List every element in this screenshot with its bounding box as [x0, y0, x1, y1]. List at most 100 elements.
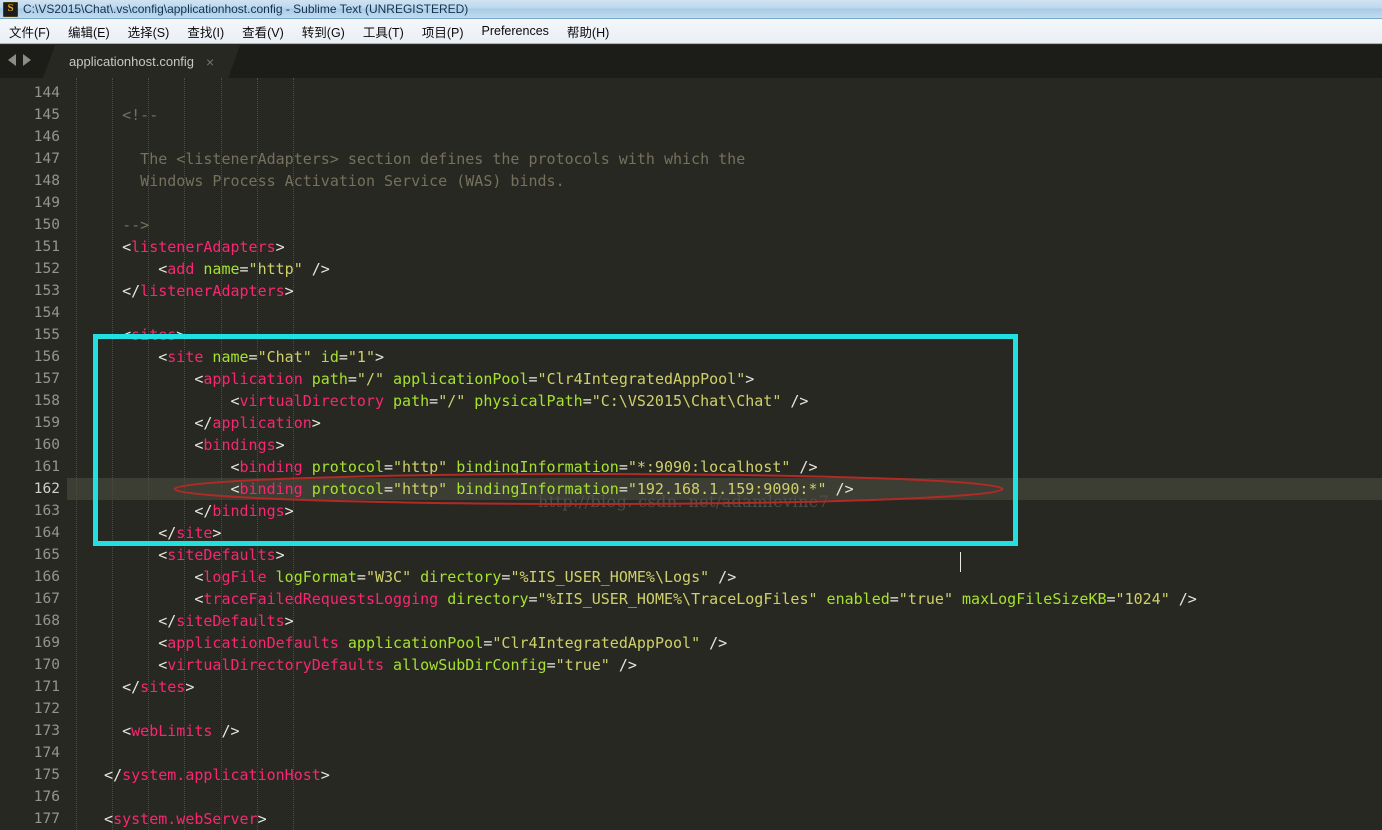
- code-line[interactable]: The <listenerAdapters> section defines t…: [140, 148, 745, 170]
- code-line[interactable]: </listenerAdapters>: [122, 280, 294, 302]
- code-token: bindings: [203, 436, 276, 454]
- code-token: />: [700, 634, 728, 652]
- code-content[interactable]: <!-- The <listenerAdapters> section defin…: [0, 78, 1382, 830]
- code-token: =: [618, 458, 628, 476]
- menu-item-3[interactable]: 查找(I): [178, 20, 233, 43]
- code-token: "1": [347, 348, 375, 366]
- code-token: </: [122, 678, 141, 696]
- code-token: />: [790, 458, 818, 476]
- code-line[interactable]: <binding protocol="http" bindingInformat…: [230, 456, 817, 478]
- menu-item-4[interactable]: 查看(V): [233, 20, 293, 43]
- code-token: <: [158, 348, 168, 366]
- tab-applicationhost-config[interactable]: applicationhost.config ×: [43, 45, 240, 78]
- code-line[interactable]: Windows Process Activation Service (WAS)…: [140, 170, 564, 192]
- code-token: bindingInformation: [447, 458, 619, 476]
- tab-strip: applicationhost.config ×: [0, 45, 1382, 78]
- code-token: />: [709, 568, 737, 586]
- code-token: "http": [393, 480, 448, 498]
- code-line[interactable]: <sites>: [122, 324, 185, 346]
- code-token: "W3C": [365, 568, 412, 586]
- menu-item-0[interactable]: 文件(F): [0, 20, 59, 43]
- code-token: =: [239, 260, 249, 278]
- code-token: -->: [122, 216, 150, 234]
- code-token: "%IIS_USER_HOME%\Logs": [510, 568, 710, 586]
- menu-item-6[interactable]: 工具(T): [354, 20, 413, 43]
- code-token: name: [203, 348, 249, 366]
- code-line[interactable]: </bindings>: [194, 500, 293, 522]
- code-token: directory: [438, 590, 529, 608]
- code-line[interactable]: <virtualDirectory path="/" physicalPath=…: [230, 390, 808, 412]
- code-line[interactable]: <!--: [122, 104, 158, 126]
- code-token: =: [582, 392, 592, 410]
- close-icon[interactable]: ×: [206, 55, 214, 69]
- menu-item-9[interactable]: 帮助(H): [558, 20, 618, 43]
- code-token: add: [167, 260, 195, 278]
- text-caret: [960, 552, 961, 572]
- code-line[interactable]: </system.applicationHost>: [104, 764, 330, 786]
- menu-item-5[interactable]: 转到(G): [293, 20, 354, 43]
- code-token: enabled: [817, 590, 890, 608]
- window-title: C:\VS2015\Chat\.vs\config\applicationhos…: [23, 2, 469, 16]
- code-line[interactable]: <applicationDefaults applicationPool="Cl…: [158, 632, 727, 654]
- code-token: </: [158, 524, 177, 542]
- code-token: siteDefaults: [167, 546, 276, 564]
- code-line[interactable]: <traceFailedRequestsLogging directory="%…: [194, 588, 1196, 610]
- code-line[interactable]: <site name="Chat" id="1">: [158, 346, 384, 368]
- code-token: >: [275, 436, 285, 454]
- code-token: =: [384, 480, 394, 498]
- code-line[interactable]: <listenerAdapters>: [122, 236, 285, 258]
- code-token: "http": [248, 260, 303, 278]
- code-token: traceFailedRequestsLogging: [203, 590, 439, 608]
- code-token: </: [158, 612, 177, 630]
- tab-scroll-arrows[interactable]: [8, 54, 31, 66]
- code-token: applicationPool: [338, 634, 484, 652]
- code-line[interactable]: <siteDefaults>: [158, 544, 284, 566]
- menu-item-2[interactable]: 选择(S): [119, 20, 179, 43]
- code-token: allowSubDirConfig: [384, 656, 547, 674]
- code-token: "*:9090:localhost": [627, 458, 791, 476]
- code-token: id: [311, 348, 339, 366]
- code-token: listenerAdapters: [140, 282, 285, 300]
- code-line[interactable]: </application>: [194, 412, 320, 434]
- menu-item-7[interactable]: 项目(P): [413, 20, 473, 43]
- code-token: />: [302, 260, 330, 278]
- code-token: binding: [239, 480, 303, 498]
- code-token: >: [745, 370, 755, 388]
- code-line[interactable]: </site>: [158, 522, 221, 544]
- code-token: />: [609, 656, 637, 674]
- code-token: =: [248, 348, 258, 366]
- code-line[interactable]: </sites>: [122, 676, 194, 698]
- code-token: application: [203, 370, 303, 388]
- tab-prev-arrow-icon[interactable]: [8, 54, 16, 66]
- code-token: =: [356, 568, 366, 586]
- code-line[interactable]: <webLimits />: [122, 720, 239, 742]
- code-token: >: [284, 282, 294, 300]
- code-token: directory: [411, 568, 502, 586]
- code-line[interactable]: <logFile logFormat="W3C" directory="%IIS…: [194, 566, 736, 588]
- code-line[interactable]: <application path="/" applicationPool="C…: [194, 368, 754, 390]
- code-token: virtualDirectory: [239, 392, 385, 410]
- code-token: =: [889, 590, 899, 608]
- code-token: maxLogFileSizeKB: [952, 590, 1107, 608]
- code-token: <: [158, 656, 168, 674]
- menu-item-1[interactable]: 编辑(E): [59, 20, 119, 43]
- code-token: >: [176, 326, 186, 344]
- editor-area[interactable]: 144 145 146 147 148 149 150 151 152 153 154 155 156 1…: [0, 78, 1382, 830]
- code-token: siteDefaults: [176, 612, 285, 630]
- tab-next-arrow-icon[interactable]: [23, 54, 31, 66]
- code-line[interactable]: <system.webServer>: [104, 808, 267, 830]
- code-token: >: [275, 238, 285, 256]
- menu-item-8[interactable]: Preferences: [473, 22, 558, 40]
- code-token: application: [212, 414, 312, 432]
- code-token: "true": [555, 656, 610, 674]
- code-line[interactable]: <add name="http" />: [158, 258, 330, 280]
- code-line[interactable]: -->: [122, 214, 149, 236]
- title-bar: C:\VS2015\Chat\.vs\config\applicationhos…: [0, 0, 1382, 19]
- code-line[interactable]: </siteDefaults>: [158, 610, 293, 632]
- code-line[interactable]: <virtualDirectoryDefaults allowSubDirCon…: [158, 654, 637, 676]
- code-token: applicationPool: [384, 370, 529, 388]
- code-line[interactable]: <bindings>: [194, 434, 284, 456]
- sublime-text-icon: [3, 1, 18, 17]
- code-token: system.webServer: [113, 810, 258, 828]
- code-token: "%IIS_USER_HOME%\TraceLogFiles": [537, 590, 818, 608]
